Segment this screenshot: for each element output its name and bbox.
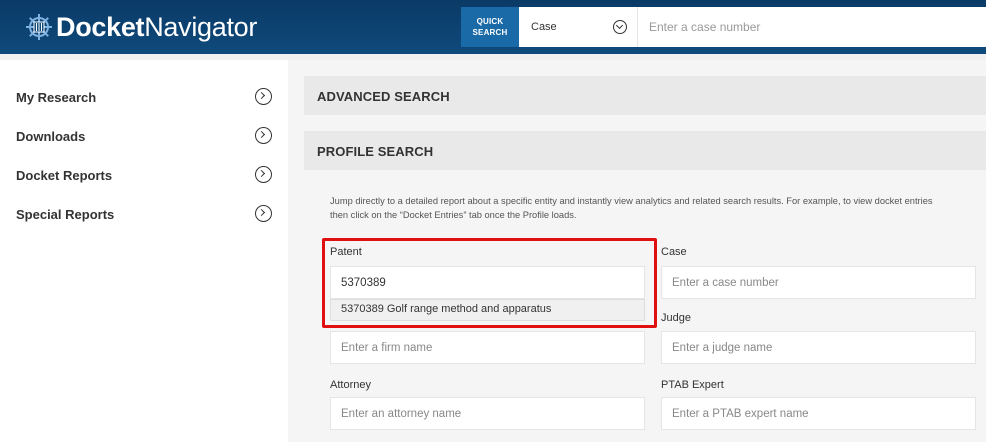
chevron-right-icon [255, 127, 272, 144]
patent-suggestion-item[interactable]: 5370389 Golf range method and apparatus [330, 299, 645, 321]
sidebar: My Research Downloads Docket Reports Spe… [0, 60, 288, 442]
ptab-expert-input[interactable] [661, 397, 976, 430]
profile-search-description: Jump directly to a detailed report about… [330, 194, 986, 222]
patent-input[interactable] [330, 266, 645, 299]
description-line-2: then click on the “Docket Entries” tab o… [330, 210, 577, 220]
judge-input[interactable] [661, 331, 976, 364]
profile-search-section[interactable]: PROFILE SEARCH [304, 131, 986, 170]
attorney-label: Attorney [330, 379, 371, 391]
advanced-search-section[interactable]: ADVANCED SEARCH [304, 76, 986, 115]
quick-search-label-2: SEARCH [472, 28, 508, 37]
chevron-right-icon [255, 88, 272, 105]
logo-text: DocketNavigator [56, 11, 258, 42]
sidebar-item-label: Downloads [16, 129, 86, 144]
sidebar-item-docket-reports[interactable]: Docket Reports [0, 156, 288, 195]
firm-input[interactable] [330, 331, 645, 364]
patent-label: Patent [330, 246, 362, 258]
app-header: DocketNavigator QUICK SEARCH Case [0, 0, 986, 54]
sidebar-item-label: Docket Reports [16, 168, 113, 183]
chevron-down-icon [613, 20, 627, 34]
sidebar-item-label: Special Reports [16, 207, 115, 222]
main-content: ADVANCED SEARCH PROFILE SEARCH [288, 60, 986, 442]
chevron-right-icon [255, 166, 272, 183]
search-type-value: Case [531, 21, 557, 33]
docket-navigator-logo[interactable]: DocketNavigator [24, 10, 257, 44]
sidebar-item-my-research[interactable]: My Research [0, 78, 288, 117]
attorney-input[interactable] [330, 397, 645, 430]
description-line-1: Jump directly to a detailed report about… [330, 196, 933, 206]
judge-label: Judge [661, 312, 691, 324]
search-type-select[interactable]: Case [519, 7, 638, 47]
case-input[interactable] [661, 266, 976, 299]
quick-search-button[interactable]: QUICK SEARCH [461, 7, 519, 47]
sidebar-item-label: My Research [16, 90, 97, 105]
quick-search-input[interactable] [638, 7, 986, 47]
sidebar-item-special-reports[interactable]: Special Reports [0, 195, 288, 234]
ship-wheel-icon [26, 14, 52, 40]
chevron-right-icon [255, 205, 272, 222]
ptab-expert-label: PTAB Expert [661, 379, 724, 391]
sidebar-item-downloads[interactable]: Downloads [0, 117, 288, 156]
case-label: Case [661, 246, 687, 258]
quick-search-label-1: QUICK [476, 17, 504, 26]
